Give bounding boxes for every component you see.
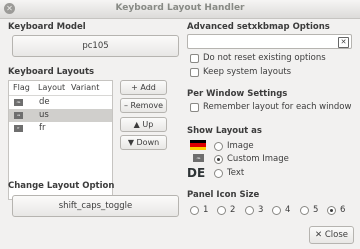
add-layout-button[interactable]: + Add	[120, 80, 167, 95]
no-reset-checkbox[interactable]: Do not reset existing options	[190, 53, 326, 63]
no-reset-label: Do not reset existing options	[203, 53, 326, 63]
icon-size-label-2: 2	[230, 205, 236, 215]
keep-system-label: Keep system layouts	[203, 67, 292, 77]
icon-size-radio-6-dot[interactable]	[327, 205, 336, 215]
custom-image-preview-icon: de	[193, 154, 204, 162]
layout-code: us	[39, 110, 49, 120]
remove-layout-button[interactable]: – Remove	[120, 98, 167, 113]
icon-size-radio-5[interactable]: 5	[300, 205, 318, 215]
show-text-radio-dot[interactable]	[214, 168, 223, 178]
show-text-radio[interactable]: Text	[214, 168, 244, 178]
keep-system-checkbox[interactable]: Keep system layouts	[190, 67, 291, 77]
icon-size-radio-2[interactable]: 2	[217, 205, 235, 215]
panel-icon-size-heading: Panel Icon Size	[187, 190, 260, 200]
icon-size-radio-6[interactable]: 6	[327, 205, 345, 215]
keyboard-model-heading: Keyboard Model	[8, 22, 86, 32]
icon-size-radio-1-dot[interactable]	[190, 205, 199, 215]
icon-size-radio-3-dot[interactable]	[245, 205, 254, 215]
column-flag[interactable]: Flag	[13, 83, 30, 92]
show-image-radio-dot[interactable]	[214, 141, 223, 151]
move-up-button[interactable]: ▲ Up	[120, 117, 167, 132]
remember-layout-label: Remember layout for each window	[203, 102, 352, 112]
icon-size-label-5: 5	[313, 205, 319, 215]
layout-row-de[interactable]: de de	[9, 96, 112, 109]
icon-size-label-3: 3	[258, 205, 264, 215]
show-image-radio[interactable]: Image	[214, 141, 254, 151]
no-reset-checkbox-box[interactable]	[190, 53, 199, 63]
remember-layout-checkbox[interactable]: Remember layout for each window	[190, 102, 351, 112]
keyboard-layout-window: ✕ Keyboard Layout Handler Keyboard Model…	[0, 0, 360, 249]
show-custom-image-label: Custom Image	[227, 154, 289, 164]
keyboard-model-button[interactable]: pc105	[12, 35, 179, 57]
icon-size-radio-1[interactable]: 1	[190, 205, 208, 215]
remember-layout-checkbox-box[interactable]	[190, 102, 199, 112]
text-preview: DE	[187, 166, 206, 180]
show-custom-image-radio-dot[interactable]	[214, 154, 223, 164]
show-layout-heading: Show Layout as	[187, 126, 262, 136]
flag-fr-icon: fr	[14, 125, 23, 132]
change-layout-option-button[interactable]: shift_caps_toggle	[12, 195, 179, 217]
flag-de-icon: de	[14, 99, 23, 106]
show-custom-image-radio[interactable]: Custom Image	[214, 154, 289, 164]
close-label: Close	[324, 230, 348, 240]
keep-system-checkbox-box[interactable]	[190, 67, 199, 77]
show-image-label: Image	[227, 141, 254, 151]
close-button[interactable]: ✕ Close	[309, 226, 354, 244]
setxkbmap-options-input[interactable]: ✕	[187, 34, 352, 49]
column-layout[interactable]: Layout	[38, 83, 65, 92]
change-layout-option-heading: Change Layout Option	[8, 181, 115, 191]
icon-size-radio-3[interactable]: 3	[245, 205, 263, 215]
icon-size-label-6: 6	[340, 205, 346, 215]
icon-size-label-4: 4	[285, 205, 291, 215]
keyboard-layouts-heading: Keyboard Layouts	[8, 67, 95, 77]
icon-size-radio-4-dot[interactable]	[272, 205, 281, 215]
layouts-list-header: Flag Layout Variant	[9, 81, 112, 96]
clear-entry-icon[interactable]: ✕	[338, 37, 349, 48]
german-flag-icon	[190, 140, 206, 150]
show-text-label: Text	[227, 168, 245, 178]
flag-us-icon: us	[14, 112, 23, 119]
icon-size-label-1: 1	[203, 205, 209, 215]
layout-code: fr	[39, 123, 46, 133]
titlebar: ✕ Keyboard Layout Handler	[0, 0, 360, 19]
layout-code: de	[39, 97, 50, 107]
layout-row-fr[interactable]: fr fr	[9, 122, 112, 135]
advanced-options-heading: Advanced setxkbmap Options	[187, 22, 330, 32]
column-variant[interactable]: Variant	[71, 83, 99, 92]
per-window-heading: Per Window Settings	[187, 89, 288, 99]
close-icon: ✕	[315, 230, 323, 240]
layout-row-us[interactable]: us us	[9, 109, 112, 122]
move-down-button[interactable]: ▼ Down	[120, 135, 167, 150]
icon-size-radio-5-dot[interactable]	[300, 205, 309, 215]
icon-size-radio-2-dot[interactable]	[217, 205, 226, 215]
window-title: Keyboard Layout Handler	[115, 3, 245, 13]
icon-size-radio-4[interactable]: 4	[272, 205, 290, 215]
